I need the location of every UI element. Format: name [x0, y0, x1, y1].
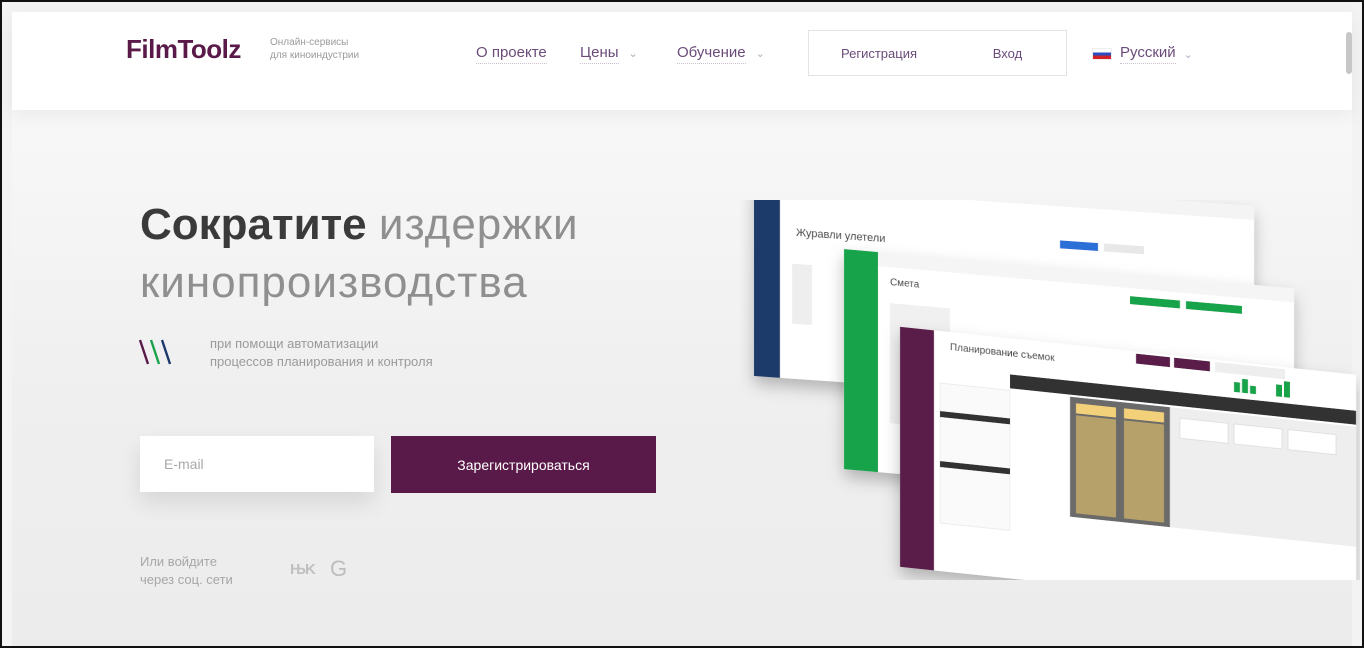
app-screenshots-illustration: Журавли улетели Смета Планирование съемо… — [754, 200, 1356, 580]
chevron-down-icon: ⌄ — [755, 48, 765, 60]
email-input[interactable]: E-mail — [140, 436, 374, 492]
nav-about[interactable]: О проекте — [476, 44, 547, 64]
nav-learning[interactable]: Обучение ⌄ — [677, 44, 765, 64]
chevron-down-icon: ⌄ — [1183, 48, 1193, 61]
vk-icon[interactable]: ЊK — [290, 561, 316, 578]
chevron-down-icon: ⌄ — [628, 48, 638, 60]
logo-tagline: Онлайн-сервисы для киноиндустрии — [270, 37, 360, 61]
russia-flag-icon — [1092, 48, 1112, 60]
login-button[interactable]: Вход — [949, 30, 1067, 76]
register-button[interactable]: Зарегистрироваться — [391, 436, 656, 493]
logo[interactable]: FilmToolz — [126, 34, 241, 65]
language-selector[interactable]: Русский ⌄ — [1092, 44, 1193, 64]
social-login-text: Или войдите через соц. сети — [140, 554, 233, 587]
scrollbar-thumb[interactable] — [1346, 32, 1352, 74]
google-icon[interactable]: G — [330, 556, 347, 582]
hero-subtitle: при помощи автоматизации процессов плани… — [210, 336, 433, 369]
register-header-button[interactable]: Регистрация — [808, 30, 950, 76]
hero-headline: Сократите издержки кинопроизводства — [140, 200, 579, 307]
nav-prices[interactable]: Цены ⌄ — [580, 44, 638, 64]
stripes-icon — [138, 339, 172, 365]
